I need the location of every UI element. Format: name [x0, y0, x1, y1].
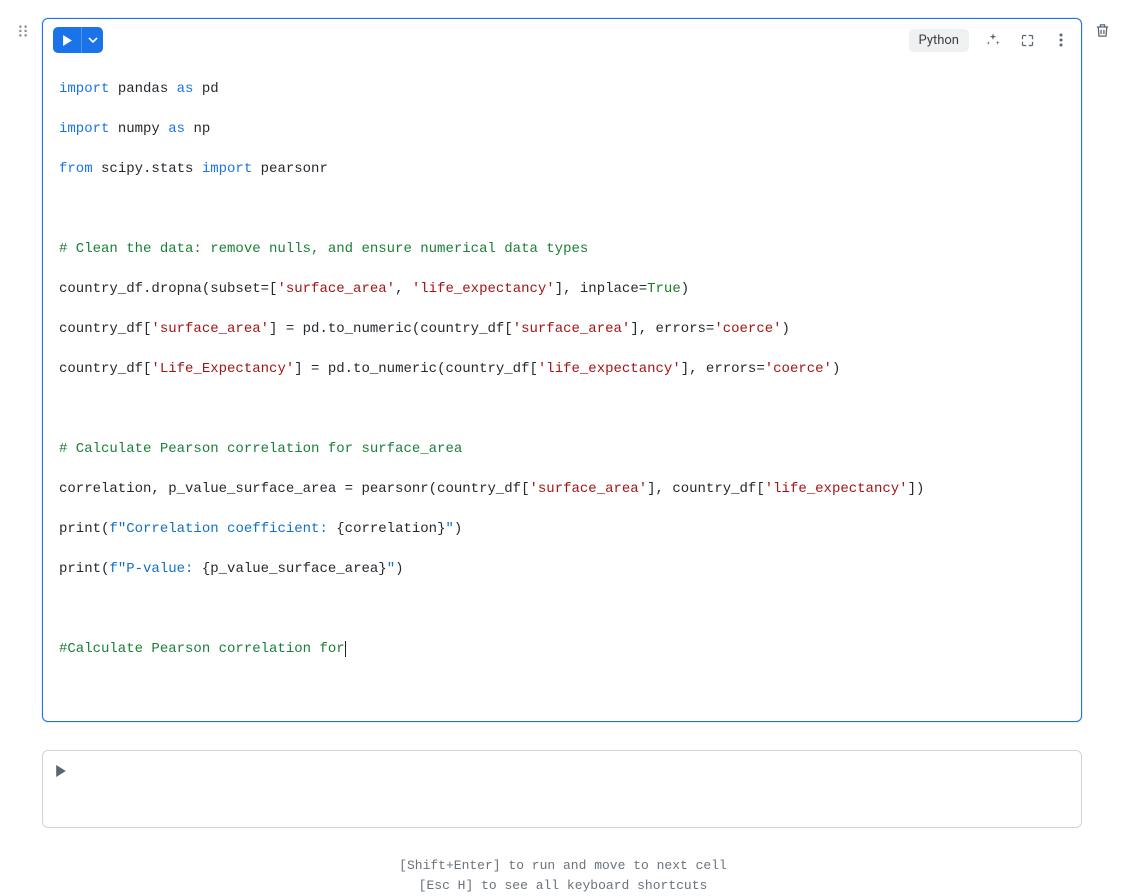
code-token: country_df.dropna(subset=[ [59, 281, 277, 297]
code-token: ], errors= [630, 321, 714, 337]
code-token: f"Correlation coefficient: [109, 521, 336, 537]
code-token: {p_value_surface_area} [202, 561, 387, 577]
code-token: ], inplace= [555, 281, 647, 297]
code-token: 'surface_area' [277, 281, 395, 297]
run-button-idle[interactable] [55, 761, 75, 781]
code-token: ) [782, 321, 790, 337]
code-token: 'life_expectancy' [765, 481, 908, 497]
code-token: ], errors= [681, 361, 765, 377]
code-token: ], country_df[ [647, 481, 765, 497]
code-token: True [647, 281, 681, 297]
code-cell-2[interactable] [42, 750, 1082, 828]
code-token: 'surface_area' [513, 321, 631, 337]
code-token: 'life_expectancy' [538, 361, 681, 377]
code-token: scipy.stats [93, 161, 202, 177]
code-token: #Calculate Pearson correlation for [59, 641, 346, 657]
code-token: as [168, 121, 185, 137]
cell-row-1: Python import pandas as pd import numpy … [14, 18, 1112, 722]
run-button[interactable] [53, 27, 81, 53]
code-token: ]) [908, 481, 925, 497]
code-token: numpy [109, 121, 168, 137]
code-token: f"P-value: [109, 561, 201, 577]
code-token: 'coerce' [714, 321, 781, 337]
code-token: ) [454, 521, 462, 537]
code-token: 'life_expectancy' [412, 281, 555, 297]
code-cell-1[interactable]: Python import pandas as pd import numpy … [42, 18, 1082, 722]
drag-handle-icon[interactable] [14, 18, 32, 38]
more-icon[interactable] [1051, 30, 1071, 50]
code-token: 'surface_area' [151, 321, 269, 337]
code-token: # Calculate Pearson correlation for surf… [59, 441, 462, 457]
language-badge[interactable]: Python [909, 29, 969, 52]
code-token: import [59, 81, 109, 97]
code-token: np [185, 121, 210, 137]
code-token: 'coerce' [765, 361, 832, 377]
code-token: ] = pd.to_numeric(country_df[ [269, 321, 513, 337]
cell-right-controls: Python [909, 29, 1071, 52]
code-token: pd [193, 81, 218, 97]
code-token: " [445, 521, 453, 537]
code-token: country_df[ [59, 321, 151, 337]
code-editor[interactable]: import pandas as pd import numpy as np f… [53, 59, 1071, 699]
code-token: {correlation} [336, 521, 445, 537]
run-button-group [53, 27, 103, 53]
code-token: ] = pd.to_numeric(country_df[ [294, 361, 538, 377]
code-token: pandas [109, 81, 176, 97]
keyboard-hints: [Shift+Enter] to run and move to next ce… [14, 856, 1112, 896]
sparkle-icon[interactable] [983, 30, 1003, 50]
hint-line-2: [Esc H] to see all keyboard shortcuts [14, 876, 1112, 896]
cell-row-2 [14, 750, 1112, 828]
code-token: import [59, 121, 109, 137]
code-token: ) [395, 561, 403, 577]
code-token: ) [681, 281, 689, 297]
code-token: country_df[ [59, 361, 151, 377]
cell-toolbar: Python [53, 27, 1071, 53]
delete-cell-icon[interactable] [1092, 18, 1112, 39]
code-token: print( [59, 561, 109, 577]
expand-icon[interactable] [1017, 30, 1037, 50]
code-token: ) [832, 361, 840, 377]
run-options-button[interactable] [81, 27, 103, 53]
code-token: from [59, 161, 93, 177]
code-token: " [387, 561, 395, 577]
code-token: pearsonr [252, 161, 328, 177]
code-token: import [202, 161, 252, 177]
code-token: correlation, p_value_surface_area = pear… [59, 481, 529, 497]
code-token: , [395, 281, 412, 297]
code-token: print( [59, 521, 109, 537]
code-token: 'Life_Expectancy' [151, 361, 294, 377]
code-token: as [177, 81, 194, 97]
code-token: # Clean the data: remove nulls, and ensu… [59, 241, 588, 257]
code-token: 'surface_area' [529, 481, 647, 497]
hint-line-1: [Shift+Enter] to run and move to next ce… [14, 856, 1112, 876]
